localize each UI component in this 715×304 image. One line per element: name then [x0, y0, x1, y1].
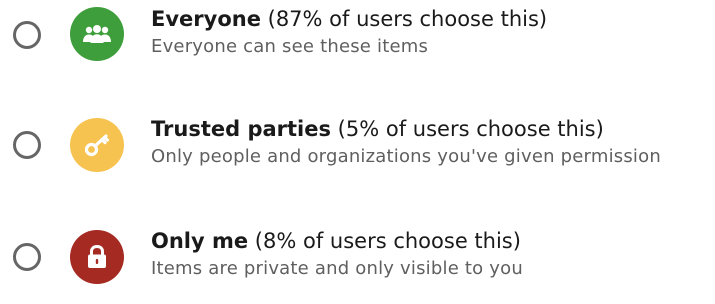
lock-icon: [88, 244, 106, 268]
option-description: Only people and organizations you've giv…: [151, 146, 661, 167]
everyone-badge: [70, 7, 124, 61]
visibility-option-trusted-parties[interactable]: Trusted parties (5% of users choose this…: [0, 102, 715, 192]
option-description: Items are private and only visible to yo…: [151, 258, 523, 279]
visibility-option-only-me[interactable]: Only me (8% of users choose this) Items …: [0, 214, 715, 304]
radio-button-only-me[interactable]: [13, 243, 41, 271]
trusted-parties-badge: [70, 118, 124, 172]
visibility-option-everyone[interactable]: Everyone (87% of users choose this) Ever…: [0, 0, 715, 90]
option-title: Everyone: [151, 7, 261, 31]
people-icon: [83, 25, 111, 43]
option-description: Everyone can see these items: [151, 36, 429, 57]
option-stat: (8% of users choose this): [248, 229, 521, 253]
radio-button-trusted-parties[interactable]: [13, 131, 41, 159]
key-icon: [84, 134, 109, 157]
option-title-line: Trusted parties (5% of users choose this…: [151, 114, 715, 144]
option-title-line: Everyone (87% of users choose this): [151, 4, 715, 34]
radio-button-everyone[interactable]: [13, 21, 41, 49]
only-me-badge: [70, 230, 124, 284]
option-title: Trusted parties: [151, 117, 331, 141]
option-stat: (87% of users choose this): [260, 7, 548, 31]
option-title-line: Only me (8% of users choose this): [151, 226, 715, 256]
option-stat: (5% of users choose this): [331, 117, 604, 141]
option-title: Only me: [151, 229, 249, 253]
